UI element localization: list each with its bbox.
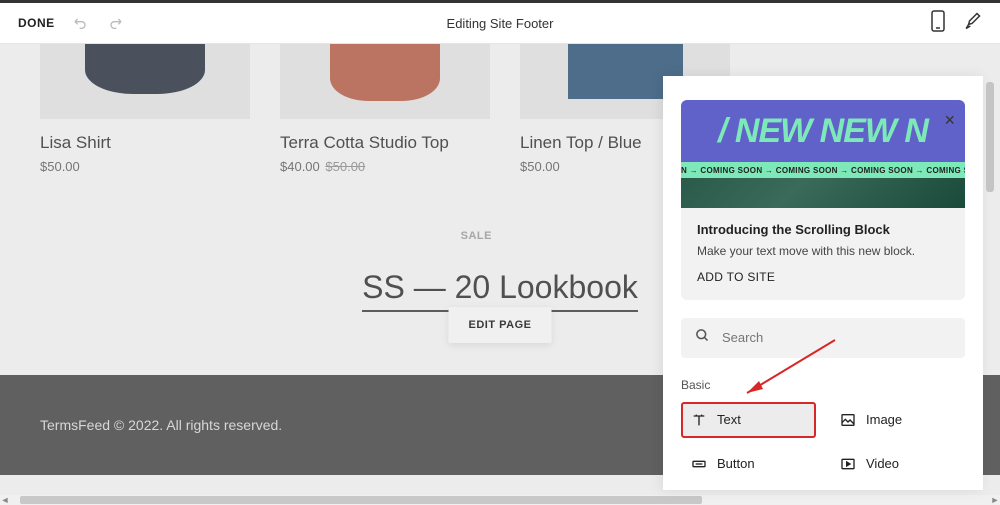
promo-title: Introducing the Scrolling Block xyxy=(697,222,949,237)
video-icon xyxy=(840,456,856,472)
block-image[interactable]: Image xyxy=(830,402,965,438)
paint-brush-icon[interactable] xyxy=(962,11,982,36)
horizontal-scrollbar[interactable]: ◄ ► xyxy=(0,495,1000,505)
block-label: Video xyxy=(866,456,899,471)
done-button[interactable]: DONE xyxy=(18,16,55,30)
mobile-preview-icon[interactable] xyxy=(930,10,946,37)
panel-scrollbar[interactable] xyxy=(986,76,996,490)
block-inserter-panel: × / NEW NEW N N → COMING SOON → COMING S… xyxy=(663,76,983,490)
topbar: DONE Editing Site Footer xyxy=(0,0,1000,44)
undo-button[interactable] xyxy=(73,15,89,31)
promo-description: Make your text move with this new block. xyxy=(697,243,949,260)
edit-page-button[interactable]: EDIT PAGE xyxy=(449,307,552,343)
promo-banner: / NEW NEW N xyxy=(681,100,965,162)
product-image xyxy=(280,44,490,119)
text-icon xyxy=(691,412,707,428)
redo-button[interactable] xyxy=(107,15,123,31)
section-label: Basic xyxy=(681,378,965,392)
promo-card: × / NEW NEW N N → COMING SOON → COMING S… xyxy=(681,100,965,300)
sale-badge: SALE xyxy=(461,230,492,242)
product-image xyxy=(40,44,250,119)
footer-text: TermsFeed © 2022. All rights reserved. xyxy=(40,417,282,433)
search-box[interactable] xyxy=(681,318,965,358)
product-name: Lisa Shirt xyxy=(40,133,250,153)
block-label: Image xyxy=(866,412,902,427)
lookbook-heading: SS — 20 Lookbook xyxy=(362,269,638,312)
block-grid: Text Image Button Video Form Spacer xyxy=(681,402,965,490)
button-icon xyxy=(691,456,707,472)
block-label: Button xyxy=(717,456,755,471)
search-icon xyxy=(695,328,710,348)
block-button[interactable]: Button xyxy=(681,446,816,482)
block-video[interactable]: Video xyxy=(830,446,965,482)
product-name: Terra Cotta Studio Top xyxy=(280,133,490,153)
close-icon[interactable]: × xyxy=(944,110,955,131)
image-icon xyxy=(840,412,856,428)
search-input[interactable] xyxy=(722,330,951,345)
product-price: $40.00 $50.00 xyxy=(280,159,490,174)
promo-ticker: N → COMING SOON → COMING SOON → COMING S… xyxy=(681,162,965,178)
block-text[interactable]: Text xyxy=(681,402,816,438)
block-label: Text xyxy=(717,412,741,427)
product-price: $50.00 xyxy=(40,159,250,174)
promo-image xyxy=(681,178,965,208)
page-title: Editing Site Footer xyxy=(447,16,554,31)
product-card[interactable]: Lisa Shirt $50.00 xyxy=(40,44,250,174)
product-card[interactable]: Terra Cotta Studio Top $40.00 $50.00 SAL… xyxy=(280,44,490,174)
promo-add-button[interactable]: ADD TO SITE xyxy=(697,270,949,284)
